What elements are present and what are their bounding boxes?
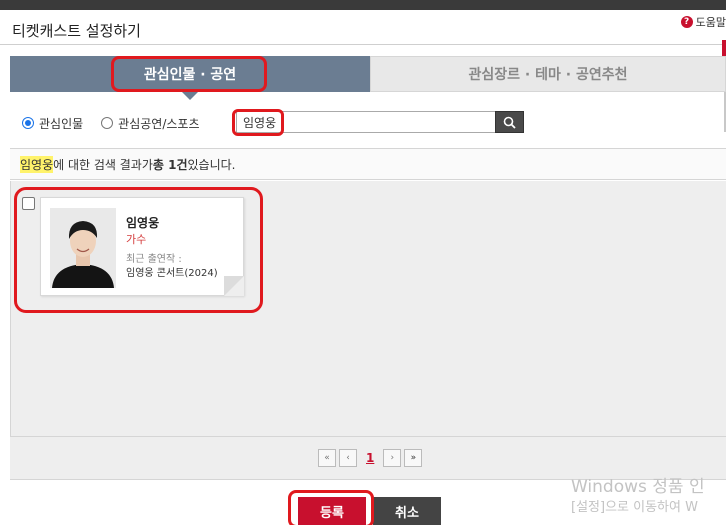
search-type-radios: 관심인물 관심공연/스포츠 [22,111,218,135]
highlight-card [14,187,263,313]
highlight-tab [111,56,267,92]
radio-people[interactable]: 관심인물 [22,115,83,132]
result-summary: 임영웅 에 대한 검색 결과가 총 1건 있습니다. [10,148,726,180]
help-label: 도움말 [695,16,726,29]
watermark-line2: [설정]으로 이동하여 W [571,500,698,515]
search-icon [503,116,516,129]
window-title: 티켓캐스트 설정하기 [12,22,141,40]
title-divider [0,44,726,45]
radio-people-label: 관심인물 [39,116,84,131]
help-icon: ? [680,16,693,28]
result-count: 총 1건 [152,157,188,172]
watermark-line1: Windows 정품 인 [571,477,705,497]
tab-genre-theme[interactable]: 관심장르 · 테마 · 공연추천 [370,56,726,92]
prev-page-icon[interactable]: ‹ [339,449,357,467]
radio-people-dot[interactable] [22,117,34,129]
result-text-end: 있습니다. [187,157,236,172]
highlight-register [288,490,374,525]
next-page-icon[interactable]: › [383,449,402,467]
search-button[interactable] [495,111,524,133]
radio-performance[interactable]: 관심공연/스포츠 [101,115,200,132]
first-page-icon[interactable]: « [318,449,336,467]
result-keyword: 임영웅 [20,155,54,173]
highlight-search [232,109,284,136]
result-text-mid: 에 대한 검색 결과가 [53,157,153,172]
window-top-bar [0,0,726,10]
cancel-button[interactable]: 취소 [373,497,441,525]
radio-performance-label: 관심공연/스포츠 [118,116,200,131]
last-page-icon[interactable]: » [404,449,423,467]
help-link[interactable]: ? 도움말 [680,14,726,30]
radio-performance-dot[interactable] [101,117,114,129]
pagination: « ‹ 1 › » [318,449,423,467]
page-number[interactable]: 1 [366,451,374,465]
